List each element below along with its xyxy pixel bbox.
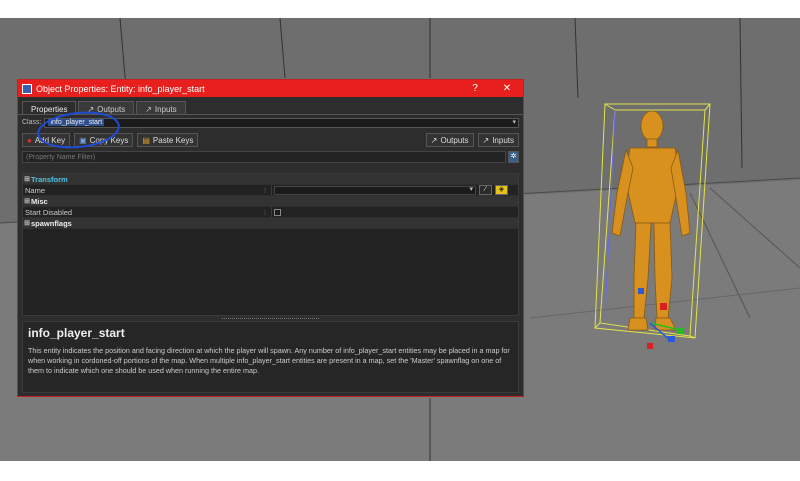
pick-entity-icon[interactable]: ◈ bbox=[495, 185, 508, 195]
property-row-name[interactable]: Name ⁝ ▾ ⁄ ◈ bbox=[23, 185, 518, 196]
property-grid: ⊞ Transform Name ⁝ ▾ ⁄ ◈ ⊞ Misc Start Di… bbox=[22, 173, 519, 316]
section-spawnflags-label: spawnflags bbox=[31, 218, 72, 228]
section-misc-label: Misc bbox=[31, 196, 48, 206]
property-name-label: Name bbox=[25, 185, 46, 195]
add-icon: ● bbox=[27, 135, 32, 145]
start-disabled-value bbox=[271, 207, 518, 217]
hammer-app-icon bbox=[22, 83, 32, 94]
section-transform-label: Transform bbox=[31, 174, 68, 184]
title-bar[interactable]: Object Properties: Entity: info_player_s… bbox=[18, 80, 523, 97]
filter-row: (Property Name Filter) ✲ bbox=[22, 151, 519, 163]
expand-icon[interactable]: ⊞ bbox=[23, 197, 31, 205]
help-title: info_player_start bbox=[28, 326, 125, 340]
help-button[interactable]: ? bbox=[459, 83, 491, 94]
panel-splitter[interactable] bbox=[22, 317, 519, 320]
chevron-down-icon: ▾ bbox=[512, 118, 516, 126]
help-description: This entity indicates the position and f… bbox=[28, 346, 510, 375]
help-panel: info_player_start This entity indicates … bbox=[22, 321, 519, 393]
inputs-label: Inputs bbox=[492, 135, 514, 145]
arrow-in-icon: ↗ bbox=[145, 104, 152, 114]
section-transform[interactable]: ⊞ Transform bbox=[23, 174, 518, 185]
property-name-value: ▾ ⁄ ◈ bbox=[271, 185, 518, 195]
expand-icon[interactable]: ⊞ bbox=[23, 219, 31, 227]
section-misc[interactable]: ⊞ Misc bbox=[23, 196, 518, 207]
start-disabled-label: Start Disabled bbox=[25, 207, 73, 217]
tab-inputs[interactable]: ↗ Inputs bbox=[136, 101, 186, 114]
property-row-start-disabled[interactable]: Start Disabled ⁝ bbox=[23, 207, 518, 218]
name-select[interactable]: ▾ bbox=[274, 185, 476, 195]
outputs-label: Outputs bbox=[440, 135, 469, 145]
arrow-in-icon: ↗ bbox=[482, 135, 490, 145]
paste-keys-button[interactable]: ▤ Paste Keys bbox=[137, 133, 199, 147]
inputs-button[interactable]: ↗ Inputs bbox=[477, 133, 519, 147]
start-disabled-checkbox[interactable] bbox=[274, 208, 281, 216]
eyedropper-icon[interactable]: ⁄ bbox=[479, 185, 492, 195]
section-spawnflags[interactable]: ⊞ spawnflags bbox=[23, 218, 518, 229]
paste-keys-label: Paste Keys bbox=[152, 135, 194, 145]
tab-inputs-label: Inputs bbox=[154, 104, 177, 114]
class-label: Class: bbox=[22, 119, 42, 126]
outputs-button[interactable]: ↗ Outputs bbox=[425, 133, 474, 147]
paste-icon: ▤ bbox=[142, 135, 150, 145]
close-button[interactable]: ✕ bbox=[491, 83, 523, 94]
row-handle: ⁝ bbox=[263, 207, 267, 217]
tab-properties-label: Properties bbox=[31, 104, 68, 114]
chevron-down-icon: ▾ bbox=[469, 185, 473, 193]
expand-icon[interactable]: ⊞ bbox=[23, 175, 31, 183]
tab-properties[interactable]: Properties bbox=[22, 101, 77, 114]
window-title: Object Properties: Entity: info_player_s… bbox=[36, 83, 205, 94]
property-filter-input[interactable]: (Property Name Filter) bbox=[22, 151, 506, 163]
gear-icon[interactable]: ✲ bbox=[508, 151, 519, 163]
arrow-out-icon: ↗ bbox=[430, 135, 438, 145]
row-handle: ⁝ bbox=[263, 185, 267, 195]
